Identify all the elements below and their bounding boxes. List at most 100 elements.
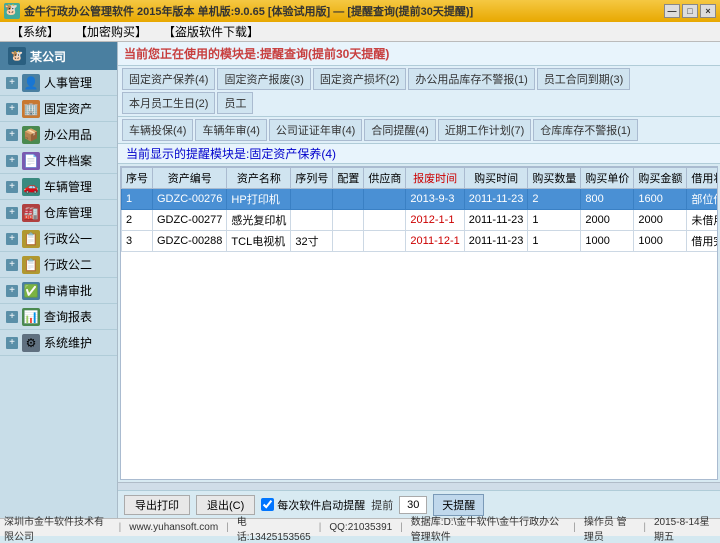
sidebar-label-approval: 申请审批 — [44, 282, 92, 299]
tab-vehicle-insurance[interactable]: 车辆投保(4) — [122, 119, 193, 141]
menu-buy[interactable]: 【加密购买】 — [68, 21, 154, 42]
menu-download[interactable]: 【盗版软件下载】 — [156, 21, 266, 42]
export-print-button[interactable]: 导出打印 — [124, 495, 190, 515]
expand-icon-hr: + — [6, 77, 18, 89]
tab-asset-scrap[interactable]: 固定资产报废(3) — [217, 68, 310, 90]
sidebar-label-vehicle: 车辆管理 — [44, 178, 92, 195]
sidebar-item-docs[interactable]: + 📄 文件档案 — [0, 148, 117, 174]
tab-warehouse-stock[interactable]: 仓库库存不警报(1) — [533, 119, 637, 141]
tab-contract-remind[interactable]: 合同提醒(4) — [364, 119, 435, 141]
tab-office-stock[interactable]: 办公用品库存不警报(1) — [408, 68, 534, 90]
remind-days-input[interactable] — [399, 496, 427, 514]
sidebar-item-hr[interactable]: + 👤 人事管理 — [0, 70, 117, 96]
table-cell-0-5 — [364, 189, 406, 210]
remind-prefix: 提前 — [371, 497, 393, 513]
status-date: 2015-8-14星期五 — [654, 513, 716, 543]
table-row[interactable]: 1GDZC-00276HP打印机2013-9-32011-11-23280016… — [122, 189, 719, 210]
col-config: 配置 — [333, 168, 364, 189]
office-icon: 📦 — [22, 126, 40, 144]
table-wrapper[interactable]: 序号 资产编号 资产名称 序列号 配置 供应商 报废时间 购买时间 购买数量 购… — [120, 166, 718, 480]
table-cell-2-7: 2011-11-23 — [464, 231, 528, 252]
warehouse-icon: 🏭 — [22, 204, 40, 222]
window-controls: — □ × — [664, 4, 716, 18]
sidebar: 🐮 某公司 + 👤 人事管理 + 🏢 固定资产 + 📦 办公用品 + 📄 文件档… — [0, 42, 118, 518]
status-operator: 操作员 管理员 — [584, 513, 636, 543]
startup-remind-checkbox[interactable] — [261, 498, 274, 511]
table-cell-0-11: 部位借用 — [687, 189, 718, 210]
close-button[interactable]: × — [700, 4, 716, 18]
table-cell-1-0: 2 — [122, 210, 153, 231]
status-company: 深圳市金牛软件技术有限公司 — [4, 513, 111, 543]
table-cell-0-7: 2011-11-23 — [464, 189, 528, 210]
table-cell-2-8: 1 — [528, 231, 581, 252]
tab-employee[interactable]: 员工 — [217, 92, 253, 114]
sidebar-item-assets[interactable]: + 🏢 固定资产 — [0, 96, 117, 122]
expand-icon-reports: + — [6, 311, 18, 323]
sidebar-item-system[interactable]: + ⚙ 系统维护 — [0, 330, 117, 356]
table-cell-0-6: 2013-9-3 — [406, 189, 464, 210]
status-qq: QQ:21035391 — [329, 522, 392, 533]
table-cell-2-3: 32寸 — [291, 231, 333, 252]
company-name: 某公司 — [30, 48, 66, 65]
table-cell-1-6: 2012-1-1 — [406, 210, 464, 231]
sidebar-label-office: 办公用品 — [44, 126, 92, 143]
table-cell-1-9: 2000 — [581, 210, 634, 231]
table-row[interactable]: 2GDZC-00277感光复印机2012-1-12011-11-23120002… — [122, 210, 719, 231]
tab-birthday[interactable]: 本月员工生日(2) — [122, 92, 215, 114]
menu-bar: 【系统】 【加密购买】 【盗版软件下载】 — [0, 22, 720, 42]
status-website: www.yuhansoft.com — [129, 522, 218, 533]
exit-button[interactable]: 退出(C) — [196, 495, 255, 515]
startup-remind-checkbox-label[interactable]: 每次软件启动提醒 — [261, 497, 365, 513]
table-cell-1-2: 感光复印机 — [227, 210, 291, 231]
sidebar-item-office[interactable]: + 📦 办公用品 — [0, 122, 117, 148]
table-cell-1-10: 2000 — [634, 210, 687, 231]
tab-contract-expire[interactable]: 员工合同到期(3) — [537, 68, 630, 90]
table-cell-1-11: 未借用 — [687, 210, 718, 231]
table-cell-0-0: 1 — [122, 189, 153, 210]
tab-bar-row2: 车辆投保(4) 车辆年审(4) 公司证证年审(4) 合同提醒(4) 近期工作计划… — [118, 117, 720, 144]
table-cell-0-2: HP打印机 — [227, 189, 291, 210]
col-code: 资产编号 — [153, 168, 227, 189]
module-header: 当前您正在使用的模块是:提醒查询(提前30天提醒) — [118, 42, 720, 66]
table-row[interactable]: 3GDZC-00288TCL电视机32寸2011-12-12011-11-231… — [122, 231, 719, 252]
table-cell-1-3 — [291, 210, 333, 231]
sidebar-item-warehouse[interactable]: + 🏭 仓库管理 — [0, 200, 117, 226]
maximize-button[interactable]: □ — [682, 4, 698, 18]
sidebar-item-approval[interactable]: + ✅ 申请审批 — [0, 278, 117, 304]
table-cell-1-1: GDZC-00277 — [153, 210, 227, 231]
tab-company-annual[interactable]: 公司证证年审(4) — [269, 119, 362, 141]
tab-vehicle-annual[interactable]: 车辆年审(4) — [195, 119, 266, 141]
horizontal-scrollbar[interactable] — [118, 482, 720, 490]
vehicle-icon: 🚗 — [22, 178, 40, 196]
sidebar-label-assets: 固定资产 — [44, 100, 92, 117]
sidebar-item-admin2[interactable]: + 📋 行政公二 — [0, 252, 117, 278]
expand-icon-system: + — [6, 337, 18, 349]
company-header: 🐮 某公司 — [0, 42, 117, 70]
table-cell-0-9: 800 — [581, 189, 634, 210]
col-status: 借用状态 — [687, 168, 718, 189]
table-cell-0-3 — [291, 189, 333, 210]
table-cell-0-8: 2 — [528, 189, 581, 210]
sidebar-item-admin1[interactable]: + 📋 行政公一 — [0, 226, 117, 252]
table-cell-2-2: TCL电视机 — [227, 231, 291, 252]
tab-asset-maintenance[interactable]: 固定资产保养(4) — [122, 68, 215, 90]
current-module-label: 当前显示的提醒模块是:固定资产保养(4) — [118, 144, 720, 164]
status-bar: 深圳市金牛软件技术有限公司 | www.yuhansoft.com | 电话:1… — [0, 518, 720, 536]
table-cell-2-5 — [364, 231, 406, 252]
expand-icon-office: + — [6, 129, 18, 141]
sidebar-item-reports[interactable]: + 📊 查询报表 — [0, 304, 117, 330]
content-area: 当前您正在使用的模块是:提醒查询(提前30天提醒) 固定资产保养(4) 固定资产… — [118, 42, 720, 518]
current-module-text: 当前显示的提醒模块是:固定资产保养(4) — [126, 145, 336, 162]
tab-asset-damage[interactable]: 固定资产损坏(2) — [313, 68, 406, 90]
minimize-button[interactable]: — — [664, 4, 680, 18]
sidebar-label-system: 系统维护 — [44, 334, 92, 351]
expand-icon-admin2: + — [6, 259, 18, 271]
col-name: 资产名称 — [227, 168, 291, 189]
expand-icon-vehicle: + — [6, 181, 18, 193]
menu-system[interactable]: 【系统】 — [4, 21, 66, 42]
tab-work-plan[interactable]: 近期工作计划(7) — [438, 119, 531, 141]
sidebar-item-vehicle[interactable]: + 🚗 车辆管理 — [0, 174, 117, 200]
title-bar: 🐮 金牛行政办公管理软件 2015年版本 单机版:9.0.65 [体验试用版] … — [0, 0, 720, 22]
table-cell-2-11: 借用完毕 — [687, 231, 718, 252]
sidebar-label-reports: 查询报表 — [44, 308, 92, 325]
